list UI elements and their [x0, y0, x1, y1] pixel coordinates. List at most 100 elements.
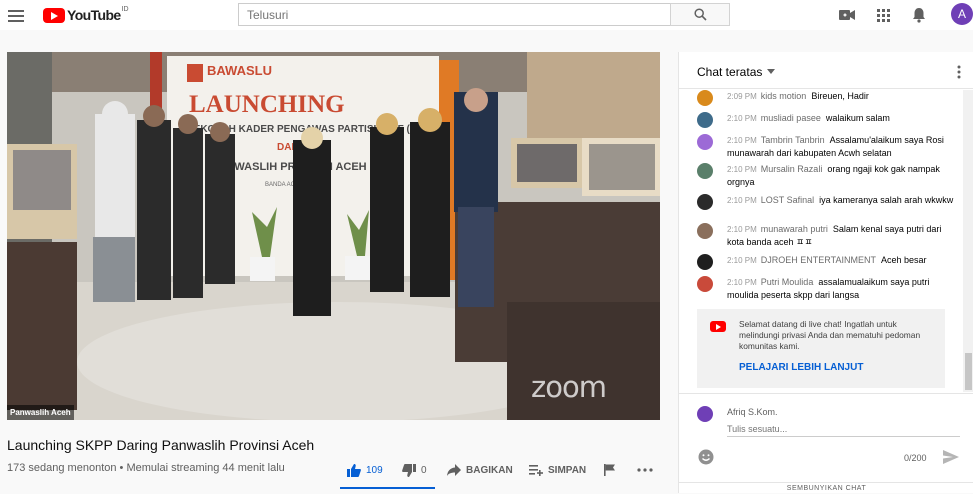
- author-avatar[interactable]: [697, 90, 713, 106]
- avatar-letter: A: [957, 7, 966, 21]
- message-text: Salam kenal saya putri dari kota banda a…: [727, 224, 942, 247]
- learn-more-link[interactable]: PELAJARI LEBIH LANJUT: [739, 362, 863, 373]
- thumbs-up-icon: [347, 463, 361, 477]
- chat-message: 2:10 PM DJROEH ENTERTAINMENT Aceh besar: [697, 254, 959, 270]
- message-body: 2:10 PM Tambrin Tanbrin Assalamu'alaikum s…: [727, 134, 959, 159]
- author-avatar[interactable]: [697, 134, 713, 150]
- composer-author: Afriq S.Kom.: [727, 407, 778, 417]
- message-author[interactable]: LOST Safinal: [761, 195, 814, 205]
- chat-message: 2:10 PM munawarah putri Salam kenal saya p…: [697, 223, 959, 248]
- youtube-play-icon: [43, 7, 65, 23]
- logo-country: ID: [121, 5, 129, 13]
- message-author[interactable]: munawarah putri: [761, 224, 828, 234]
- send-icon: [943, 450, 959, 464]
- chat-scroll-thumb[interactable]: [965, 353, 972, 390]
- playlist-add-icon: [529, 465, 543, 476]
- more-actions-button[interactable]: [637, 460, 658, 480]
- banner-launching-text: LAUNCHING: [189, 91, 345, 118]
- chat-composer: Afriq S.Kom. 0/200 SEMBUNYIKAN CHAT: [679, 393, 973, 493]
- message-body: 2:10 PM munawarah putri Salam kenal saya p…: [727, 223, 959, 248]
- message-body: 2:09 PM kids motion Bireuen, Hadir: [727, 90, 959, 103]
- search-input[interactable]: [238, 3, 670, 26]
- message-author[interactable]: DJROEH ENTERTAINMENT: [761, 255, 876, 265]
- video-meta: 173 sedang menonton • Memulai streaming …: [7, 462, 285, 474]
- bell-icon: [913, 8, 925, 23]
- more-horizontal-icon: [637, 468, 653, 472]
- chat-message: 2:10 PM Tambrin Tanbrin Assalamu'alaikum s…: [697, 134, 959, 159]
- message-author[interactable]: kids motion: [761, 91, 807, 101]
- message-body: 2:10 PM LOST Safinal iya kameranya salah a…: [727, 194, 959, 207]
- message-time: 2:10 PM: [727, 165, 757, 174]
- chat-message: 2:10 PM Mursalin Razali orang ngaji kok ga…: [697, 163, 959, 188]
- message-author[interactable]: musliadi pasee: [761, 113, 821, 123]
- author-avatar[interactable]: [697, 112, 713, 128]
- author-avatar[interactable]: [697, 163, 713, 179]
- message-time: 2:10 PM: [727, 256, 757, 265]
- like-button[interactable]: 109: [347, 460, 383, 480]
- message-text: assalamualaikum saya putri moulida peser…: [727, 277, 930, 300]
- author-avatar[interactable]: [697, 223, 713, 239]
- share-label: BAGIKAN: [466, 464, 513, 476]
- author-avatar[interactable]: [697, 194, 713, 210]
- message-body: 2:10 PM DJROEH ENTERTAINMENT Aceh besar: [727, 254, 959, 267]
- chat-header: Chat teratas: [679, 52, 973, 89]
- menu-icon[interactable]: [6, 6, 26, 26]
- create-video-button[interactable]: [838, 6, 856, 24]
- youtube-icon: [710, 321, 726, 332]
- chat-message: 2:09 PM kids motion Bireuen, Hadir: [697, 90, 959, 106]
- search-button[interactable]: [670, 3, 730, 26]
- account-avatar[interactable]: A: [951, 3, 973, 25]
- author-avatar[interactable]: [697, 254, 713, 270]
- message-time: 2:09 PM: [727, 92, 757, 101]
- message-body: 2:10 PM Mursalin Razali orang ngaji kok ga…: [727, 163, 959, 188]
- hide-chat-button[interactable]: SEMBUNYIKAN CHAT: [679, 482, 973, 494]
- char-counter: 0/200: [904, 453, 927, 463]
- chevron-down-icon[interactable]: [767, 69, 775, 74]
- save-button[interactable]: SIMPAN: [529, 460, 586, 480]
- share-arrow-icon: [447, 464, 461, 476]
- composer-avatar: [697, 406, 713, 422]
- live-chat-panel: Chat teratas 2:09 PM kids motion Bireuen, …: [678, 52, 973, 493]
- apps-button[interactable]: [874, 6, 892, 24]
- report-button[interactable]: [604, 460, 620, 480]
- chat-more-button[interactable]: [953, 64, 965, 80]
- thumbs-down-icon: [402, 463, 416, 477]
- send-button[interactable]: [942, 449, 960, 465]
- video-player[interactable]: BAWASLU LAUNCHING SEKOLAH KADER PENGAWAS…: [7, 52, 660, 420]
- smiley-icon: [698, 449, 714, 465]
- like-ratio-bar: [340, 487, 435, 489]
- dislike-count: 0: [421, 464, 427, 476]
- message-text: iya kameranya salah arah wkwkw: [819, 195, 954, 205]
- share-button[interactable]: BAGIKAN: [447, 460, 513, 480]
- message-text: Bireuen, Hadir: [811, 91, 869, 101]
- chat-scrollbar[interactable]: [963, 90, 973, 392]
- logo-text: YouTube: [67, 7, 121, 23]
- author-avatar[interactable]: [697, 276, 713, 292]
- chat-message: 2:10 PM LOST Safinal iya kameranya salah a…: [697, 194, 959, 210]
- chat-message: 2:10 PM musliadi pasee walaikum salam: [697, 112, 959, 128]
- emoji-button[interactable]: [697, 448, 715, 466]
- message-time: 2:10 PM: [727, 114, 757, 123]
- flag-icon: [604, 464, 615, 476]
- video-frame: BAWASLU LAUNCHING SEKOLAH KADER PENGAWAS…: [7, 52, 660, 420]
- dislike-button[interactable]: 0: [402, 460, 427, 480]
- message-time: 2:10 PM: [727, 136, 757, 145]
- message-author[interactable]: Mursalin Razali: [761, 164, 823, 174]
- chat-input[interactable]: [727, 421, 960, 437]
- message-author[interactable]: Tambrin Tanbrin: [761, 135, 825, 145]
- channel-overlay: Panwaslih Aceh: [7, 405, 74, 420]
- banner-bawaslu-text: BAWASLU: [207, 63, 272, 78]
- save-label: SIMPAN: [548, 464, 587, 476]
- banner-line3: PANWASLIH PROVINSI ACEH: [212, 161, 367, 173]
- notifications-button[interactable]: [910, 5, 928, 25]
- video-title: Launching SKPP Daring Panwaslih Provinsi…: [7, 437, 315, 453]
- message-author[interactable]: Putri Moulida: [761, 277, 814, 287]
- message-time: 2:10 PM: [727, 196, 757, 205]
- chat-message: 2:10 PM Putri Moulida assalamualaikum saya…: [697, 276, 959, 301]
- search-icon: [693, 8, 707, 21]
- youtube-logo[interactable]: YouTube ID: [43, 5, 129, 23]
- video-camera-icon: [839, 10, 855, 20]
- zoom-watermark: zoom: [531, 370, 607, 404]
- message-text: Assalamu'alaikum saya Rosi munawarah dar…: [727, 135, 944, 158]
- chat-mode-selector[interactable]: Chat teratas: [697, 65, 762, 79]
